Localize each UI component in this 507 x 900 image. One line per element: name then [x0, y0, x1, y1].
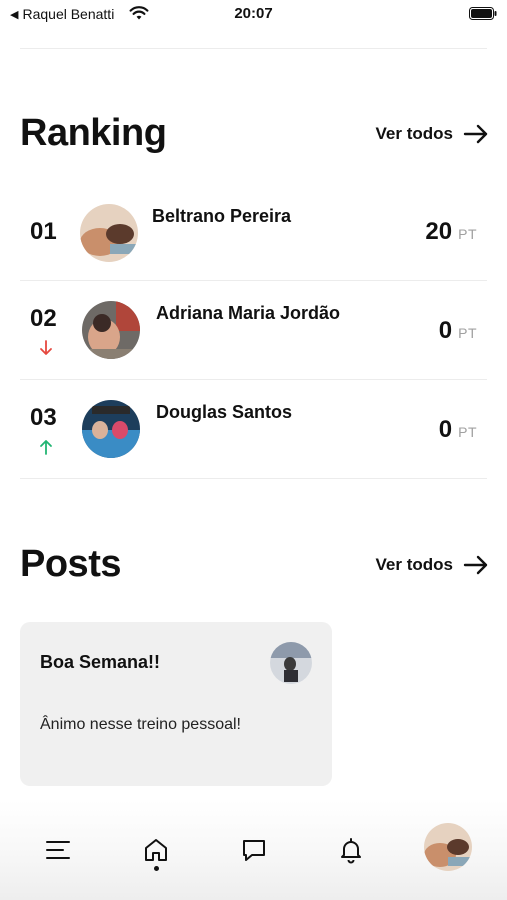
points-unit: PT: [458, 325, 477, 341]
ranking-row[interactable]: 03 Douglas Santos 0 PT: [20, 380, 487, 479]
rank-points: 0 PT: [439, 416, 477, 444]
avatar: [82, 400, 140, 458]
status-time: 20:07: [234, 5, 273, 22]
notifications-tab[interactable]: [331, 830, 371, 870]
rank-position: 01: [30, 218, 57, 245]
avatar: [82, 301, 140, 359]
arrow-right-icon: [463, 124, 488, 143]
rank-name: Beltrano Pereira: [152, 206, 292, 226]
status-bar: ◀ Raquel Benatti 20:07: [0, 0, 507, 28]
ranking-header: Ranking Ver todos: [20, 112, 489, 155]
post-body: Ânimo nesse treino pessoal!: [40, 716, 241, 733]
home-tab[interactable]: [136, 830, 176, 870]
posts-header: Posts Ver todos: [20, 543, 489, 586]
chat-icon: [243, 840, 265, 861]
rank-points: 0 PT: [439, 317, 477, 345]
post-author-avatar: [270, 642, 312, 684]
points-value: 0: [438, 317, 453, 344]
post-title: Boa Semana!!: [40, 652, 161, 672]
profile-avatar[interactable]: [424, 823, 472, 871]
bell-icon: [341, 838, 361, 864]
ranking-title: Ranking: [20, 112, 167, 154]
top-divider: [20, 48, 487, 49]
ranking-see-all-label: Ver todos: [375, 123, 453, 143]
rank-name: Adriana Maria Jordão: [156, 303, 341, 323]
rank-position: 03: [30, 404, 57, 431]
ranking-see-all-button[interactable]: Ver todos: [376, 124, 489, 144]
arrow-right-icon: [463, 555, 488, 574]
rank-name: Douglas Santos: [156, 402, 293, 422]
ranking-row[interactable]: 01 Beltrano Pereira 20 PT: [20, 182, 487, 281]
rank-points: 20 PT: [425, 218, 477, 246]
ranking-row[interactable]: 02 Adriana Maria Jordão 0 PT: [20, 281, 487, 380]
posts-title: Posts: [20, 543, 121, 585]
home-icon: [145, 839, 167, 861]
active-tab-indicator: [154, 866, 159, 871]
arrow-up-icon: [40, 440, 52, 455]
avatar: [80, 204, 138, 262]
posts-see-all-label: Ver todos: [375, 554, 453, 574]
points-unit: PT: [458, 226, 477, 242]
posts-see-all-button[interactable]: Ver todos: [376, 555, 489, 575]
points-unit: PT: [458, 424, 477, 440]
menu-icon: [46, 841, 70, 859]
chat-tab[interactable]: [234, 830, 274, 870]
menu-tab[interactable]: [38, 830, 78, 870]
battery-icon: [469, 7, 497, 20]
points-value: 0: [438, 416, 453, 443]
arrow-down-icon: [40, 340, 52, 355]
rank-position: 02: [30, 305, 57, 332]
post-card[interactable]: Boa Semana!! Ânimo nesse treino pessoal!: [20, 622, 332, 786]
points-value: 20: [425, 218, 453, 245]
